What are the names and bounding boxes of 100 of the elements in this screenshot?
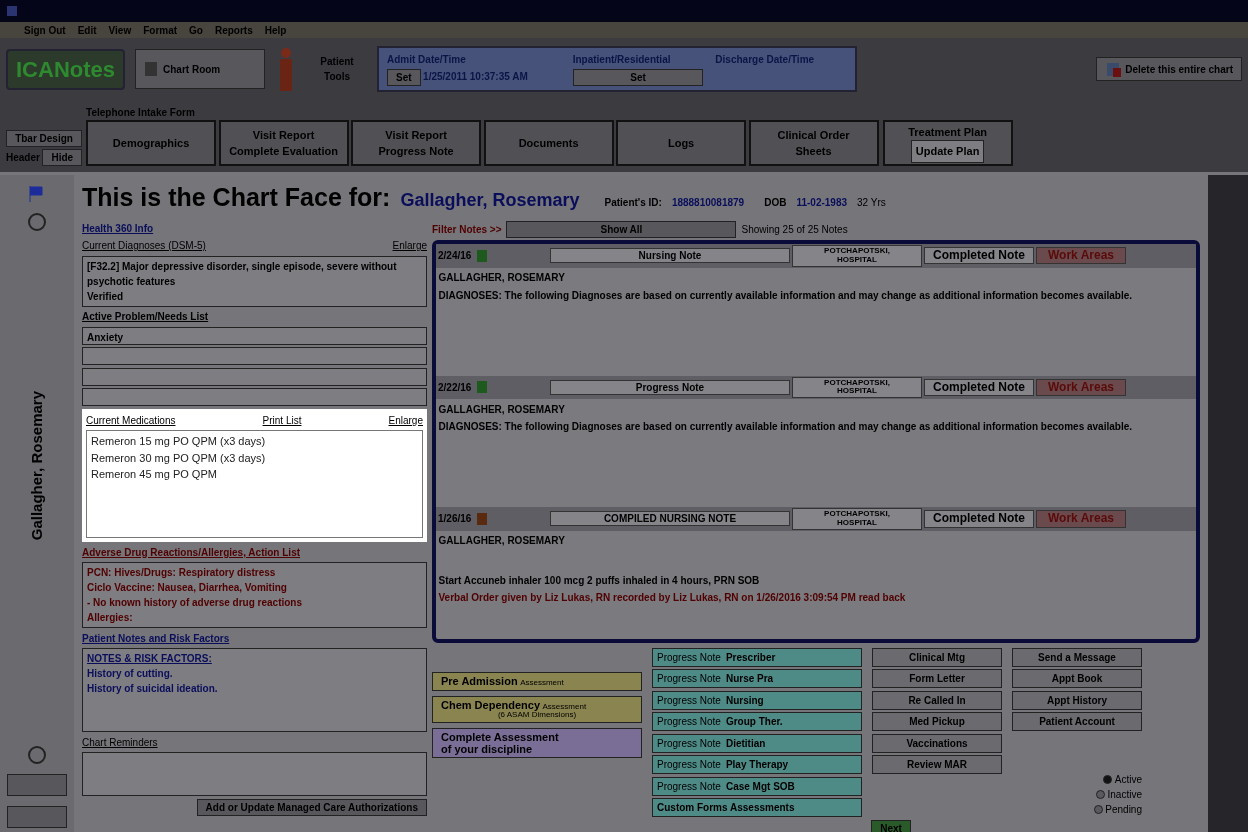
inpatient-label: Inpatient/Residential [572, 53, 672, 67]
reminders-field[interactable] [82, 752, 427, 796]
problems-link[interactable]: Active Problem/Needs List [82, 309, 427, 324]
medications-link[interactable]: Current Medications [86, 412, 176, 428]
action-button[interactable]: Review MAR [872, 755, 1002, 775]
menu-item[interactable]: View [108, 22, 132, 38]
problem-row[interactable] [82, 388, 427, 406]
document-icon [476, 512, 489, 526]
progress-note-button[interactable]: Progress Note Case Mgt SOB [652, 776, 862, 796]
menu-item[interactable]: Sign Out [24, 22, 66, 38]
enlarge-link[interactable]: Enlarge [392, 238, 427, 253]
enlarge-link[interactable]: Enlarge [388, 412, 423, 428]
action-button[interactable]: Form Letter [872, 669, 1002, 689]
note-type[interactable]: Progress Note [550, 379, 790, 395]
filter-notes-link[interactable]: Filter Notes >> [432, 221, 502, 237]
action-button[interactable]: Med Pickup [872, 712, 1002, 732]
radio-circle[interactable] [28, 746, 46, 764]
scrollbar-track[interactable] [1208, 175, 1248, 832]
status-radio[interactable]: Active [1103, 772, 1142, 788]
chart-room-button[interactable]: Chart Room [135, 49, 265, 89]
problem-row[interactable] [82, 367, 427, 386]
strip-button[interactable] [7, 806, 67, 828]
menu-item[interactable]: Format [143, 22, 178, 38]
tab[interactable]: Visit Report Progress Note [351, 120, 482, 166]
risk-note: History of suicidal ideation. [87, 682, 219, 696]
action-button[interactable]: Vaccinations [872, 733, 1002, 753]
note-date: 1/26/16 [438, 512, 472, 527]
completed-note-button[interactable]: Completed Note [924, 247, 1034, 265]
note-text: DIAGNOSES: The following Diagnoses are based on currently available information and may change as additional information becomes available. [438, 420, 1133, 435]
progress-note-button[interactable]: Progress Note Dietitian [652, 733, 862, 753]
status-radio[interactable]: Inactive [1096, 787, 1142, 803]
action-button[interactable]: Patient Account [1012, 712, 1142, 732]
document-icon [476, 248, 489, 263]
menu-item[interactable]: Edit [77, 22, 97, 38]
health-link[interactable]: Health 360 Info [82, 220, 427, 236]
patient-tools-label: Patient Tools [319, 55, 355, 84]
assessment-button[interactable]: Complete Assessment of your discipline [432, 728, 642, 759]
completed-note-button[interactable]: Completed Note [924, 378, 1034, 396]
age-text: 32 Yrs [857, 196, 886, 210]
patient-id-label: Patient's ID: [604, 196, 662, 210]
notes-link[interactable]: Patient Notes and Risk Factors [82, 630, 427, 646]
progress-note-button[interactable]: Custom Forms Assessments [652, 798, 862, 818]
action-button[interactable]: Appt Book [1012, 669, 1142, 689]
reminders-link[interactable]: Chart Reminders [82, 734, 427, 750]
note-text: GALLAGHER, ROSEMARY [438, 534, 566, 549]
show-all-button[interactable]: Show All [506, 220, 737, 238]
hide-button[interactable]: Hide [42, 149, 83, 166]
delete-chart-button[interactable]: Delete this entire chart [1095, 57, 1242, 81]
progress-note-button[interactable]: Progress Note Play Therapy [652, 755, 862, 775]
diagnoses-link[interactable]: Current Diagnoses (DSM-5) [82, 238, 206, 253]
managed-care-button[interactable]: Add or Update Managed Care Authorizations [196, 798, 427, 816]
assessment-button[interactable]: Pre Admission Assessment [432, 671, 642, 691]
note-date: 2/24/16 [438, 249, 472, 264]
allergies-link[interactable]: Adverse Drug Reactions/Allergies, Action List [82, 544, 427, 560]
medication-item[interactable]: Remeron 45 mg PO QPM [91, 466, 418, 483]
note-type[interactable]: COMPILED NURSING NOTE [550, 511, 790, 527]
treatment-plan-tab[interactable]: Treatment Plan Update Plan [882, 120, 1013, 166]
print-list-link[interactable]: Print List [262, 412, 302, 428]
action-button[interactable]: Send a Message [1012, 647, 1142, 667]
menu-item[interactable]: Help [264, 22, 287, 38]
notes-count: Showing 25 of 25 Notes [741, 222, 848, 237]
problem-row[interactable]: Anxiety [82, 326, 427, 345]
progress-note-button[interactable]: Progress Note Nurse Pra [652, 669, 862, 689]
note-type[interactable]: Nursing Note [550, 248, 790, 264]
note-text: DIAGNOSES: The following Diagnoses are based on currently available information and may change as additional information becomes available. [438, 288, 1133, 303]
tab[interactable]: Demographics [86, 120, 217, 166]
set-button[interactable]: Set [387, 69, 421, 86]
medication-item[interactable]: Remeron 15 mg PO QPM (x3 days) [91, 433, 418, 450]
dob-value: 11-02-1983 [796, 196, 848, 210]
allergy-line: - No known history of adverse drug reactions [87, 596, 304, 610]
menu-item[interactable]: Go [189, 22, 203, 38]
medication-item[interactable]: Remeron 30 mg PO QPM (x3 days) [91, 449, 418, 466]
tbar-design-button[interactable]: Tbar Design [6, 129, 83, 147]
note-date: 2/22/16 [438, 380, 472, 395]
note-author: POTCHAPOTSKI, HOSPITAL [792, 376, 922, 399]
progress-note-button[interactable]: Progress Note Prescriber [652, 647, 862, 667]
menu-item[interactable]: Reports [214, 22, 253, 38]
tab[interactable]: Logs [616, 120, 747, 166]
next-button[interactable]: Next [871, 819, 911, 832]
set-button[interactable]: Set [572, 69, 704, 86]
completed-note-button[interactable]: Completed Note [924, 510, 1034, 528]
discharge-label: Discharge Date/Time [715, 53, 816, 67]
action-button[interactable]: Clinical Mtg [872, 647, 1002, 667]
tab[interactable]: Visit Report Complete Evaluation [218, 120, 349, 166]
allergy-line: Ciclo Vaccine: Nausea, Diarrhea, Vomiting [87, 581, 288, 595]
action-button[interactable]: Re Called In [872, 690, 1002, 710]
trash-icon [1104, 60, 1123, 78]
status-radio[interactable]: Pending [1093, 802, 1142, 818]
radio-circle[interactable] [28, 213, 46, 231]
action-button[interactable]: Appt History [1012, 690, 1142, 710]
strip-button[interactable] [7, 774, 67, 796]
dob-label: DOB [764, 196, 787, 210]
tab[interactable]: Documents [483, 120, 614, 166]
progress-note-button[interactable]: Progress Note Group Ther. [652, 712, 862, 732]
diagnosis-text: [F32.2] Major depressive disorder, single episode, severe without psychotic features [87, 259, 398, 289]
problem-row[interactable] [82, 347, 427, 365]
tab[interactable]: Clinical Order Sheets [748, 120, 879, 166]
progress-note-button[interactable]: Progress Note Nursing [652, 690, 862, 710]
update-plan-field[interactable]: Update Plan [910, 140, 985, 163]
assessment-button[interactable]: Chem Dependency Assessment (6 ASAM Dimensions) [432, 695, 642, 724]
